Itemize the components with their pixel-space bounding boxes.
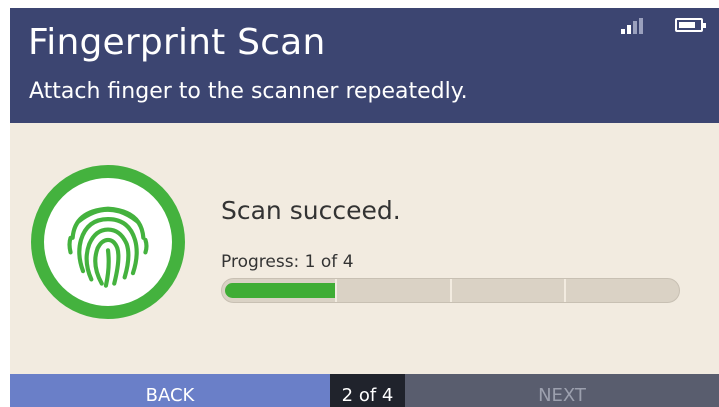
page-subtitle: Attach finger to the scanner repeatedly. <box>29 79 468 104</box>
progress-segment-divider <box>563 279 566 302</box>
scan-status-text: Scan succeed. <box>221 196 401 225</box>
signal-strength-icon <box>621 18 645 34</box>
progress-label: Progress: 1 of 4 <box>221 252 354 272</box>
footer-bar: BACK 2 of 4 NEXT <box>10 374 719 407</box>
back-button[interactable]: BACK <box>10 374 330 407</box>
progress-segment-divider <box>335 279 338 302</box>
scan-progress-bar <box>221 278 680 303</box>
next-button[interactable]: NEXT <box>405 374 719 407</box>
progress-fill <box>225 283 337 298</box>
battery-icon <box>675 18 706 32</box>
page-title: Fingerprint Scan <box>28 22 326 63</box>
header-bar: Fingerprint Scan Attach finger to the sc… <box>10 8 719 123</box>
device-screen: Fingerprint Scan Attach finger to the sc… <box>10 8 719 407</box>
page-indicator: 2 of 4 <box>330 374 405 407</box>
progress-segment-divider <box>449 279 452 302</box>
fingerprint-icon <box>31 165 185 319</box>
